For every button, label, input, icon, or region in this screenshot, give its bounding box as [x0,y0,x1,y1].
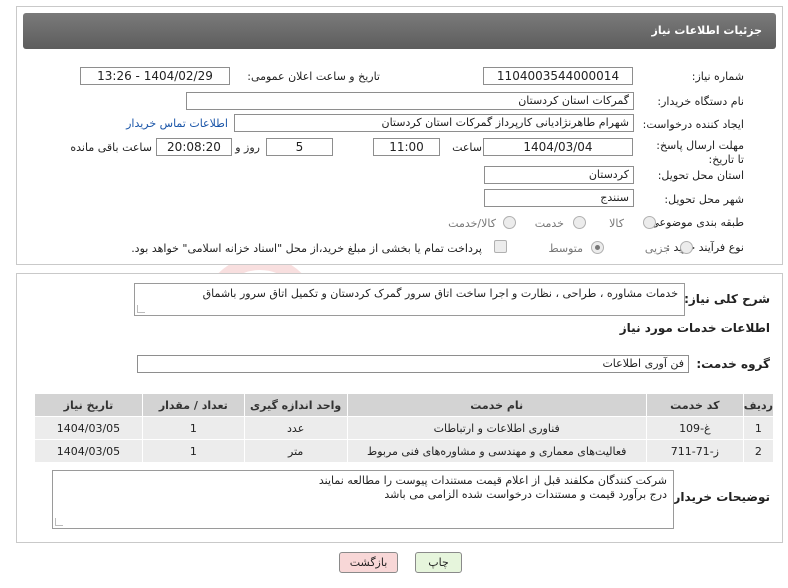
table-row: 1 غ-109 فناوری اطلاعات و ارتباطات عدد 1 … [34,416,775,440]
need-number-label: شماره نیاز: [691,70,744,83]
services-table: ردیف کد خدمت نام خدمت واحد اندازه گیری ت… [34,393,775,463]
remaining-days-field: 5 [266,138,333,156]
cell-row: 2 [742,439,775,463]
cell-qty: 1 [141,416,245,440]
deadline-date-field: 1404/03/04 [483,138,633,156]
requester-label: ایجاد کننده درخواست: [642,118,744,131]
city-label: شهر محل تحویل: [664,193,744,206]
province-field: کردستان [484,166,634,184]
category-label: طبقه بندی موضوعی: [646,216,744,229]
description-textarea[interactable]: خدمات مشاوره ، طراحی ، نظارت و اجرا ساخت… [134,283,685,316]
back-button[interactable]: بازگشت [339,552,398,573]
category-service-label: خدمت [534,217,564,230]
process-radio-medium[interactable] [591,241,604,254]
resize-grip-icon[interactable] [137,305,145,313]
buyer-org-field: گمرکات استان کردستان [186,92,634,110]
cell-row: 1 [742,416,775,440]
process-type-label: نوع فرآیند خرید : [666,241,744,254]
col-unit-header: واحد اندازه گیری [243,393,348,417]
service-group-label: گروه خدمت: [696,357,770,371]
buyer-notes-line-1: شرکت کنندگان مکلفند قبل از اعلام قیمت مس… [318,474,667,487]
col-date-header: تاریخ نیاز [34,393,143,417]
services-info-heading: اطلاعات خدمات مورد نیاز [619,321,770,335]
col-row-header: ردیف [742,393,775,417]
cell-name: فناوری اطلاعات و ارتباطات [346,416,647,440]
process-minor-label: جزیی [644,242,670,255]
table-header-row: ردیف کد خدمت نام خدمت واحد اندازه گیری ت… [34,393,775,417]
announce-datetime-label: تاریخ و ساعت اعلان عمومی: [247,70,380,83]
category-radio-goods-service[interactable] [503,216,516,229]
buyer-org-label: نام دستگاه خریدار: [657,95,744,108]
print-button[interactable]: چاپ [415,552,462,573]
payment-checkbox[interactable] [494,240,507,253]
buyer-notes-label: توضیحات خریدار: [668,490,770,504]
category-radio-goods[interactable] [643,216,656,229]
deadline-time-field: 11:00 [373,138,440,156]
deadline-time-label: ساعت [452,141,482,154]
category-radio-service[interactable] [573,216,586,229]
announce-datetime-field: 1404/02/29 - 13:26 [80,67,230,85]
service-group-field: فن آوری اطلاعات [137,355,689,373]
buyer-notes-textarea[interactable]: شرکت کنندگان مکلفند قبل از اعلام قیمت مس… [52,470,674,529]
cell-name: فعالیت‌های معماری و مهندسی و مشاوره‌های … [346,439,647,463]
cell-unit: متر [243,439,348,463]
table-row: 2 ز-71-711 فعالیت‌های معماری و مهندسی و … [34,439,775,463]
cell-qty: 1 [141,439,245,463]
description-label: شرح کلی نیاز: [684,292,770,306]
title-bar: جزئیات اطلاعات نیاز [23,13,776,49]
cell-code: غ-109 [645,416,744,440]
col-code-header: کد خدمت [645,393,744,417]
days-label: روز و [235,141,260,154]
col-name-header: نام خدمت [346,393,647,417]
need-number-field: 1104003544000014 [483,67,633,85]
cell-date: 1404/03/05 [34,439,143,463]
deadline-label: مهلت ارسال پاسخ: تا تاریخ: [656,139,744,166]
city-field: سنندج [484,189,634,207]
process-medium-label: متوسط [548,242,583,255]
remaining-time-field: 20:08:20 [156,138,232,156]
category-goods-label: کالا [609,217,624,230]
cell-unit: عدد [243,416,348,440]
description-text: خدمات مشاوره ، طراحی ، نظارت و اجرا ساخت… [202,287,678,300]
cell-date: 1404/03/05 [34,416,143,440]
process-radio-minor[interactable] [680,241,693,254]
cell-code: ز-71-711 [645,439,744,463]
province-label: استان محل تحویل: [657,169,744,182]
remaining-label: ساعت باقی مانده [70,141,152,154]
contact-info-link[interactable]: اطلاعات تماس خریدار [126,117,228,130]
requester-field: شهرام طاهرنژادیانی کارپرداز گمرکات استان… [234,114,634,132]
buyer-notes-line-2: درج برآورد قیمت و مستندات درخواست شده ال… [384,488,667,501]
category-goods-service-label: کالا/خدمت [448,217,496,230]
payment-note: پرداخت تمام یا بخشی از مبلغ خرید،از محل … [131,242,482,255]
resize-grip-icon[interactable] [55,518,63,526]
page-title: جزئیات اطلاعات نیاز [651,24,763,37]
col-qty-header: تعداد / مقدار [141,393,245,417]
